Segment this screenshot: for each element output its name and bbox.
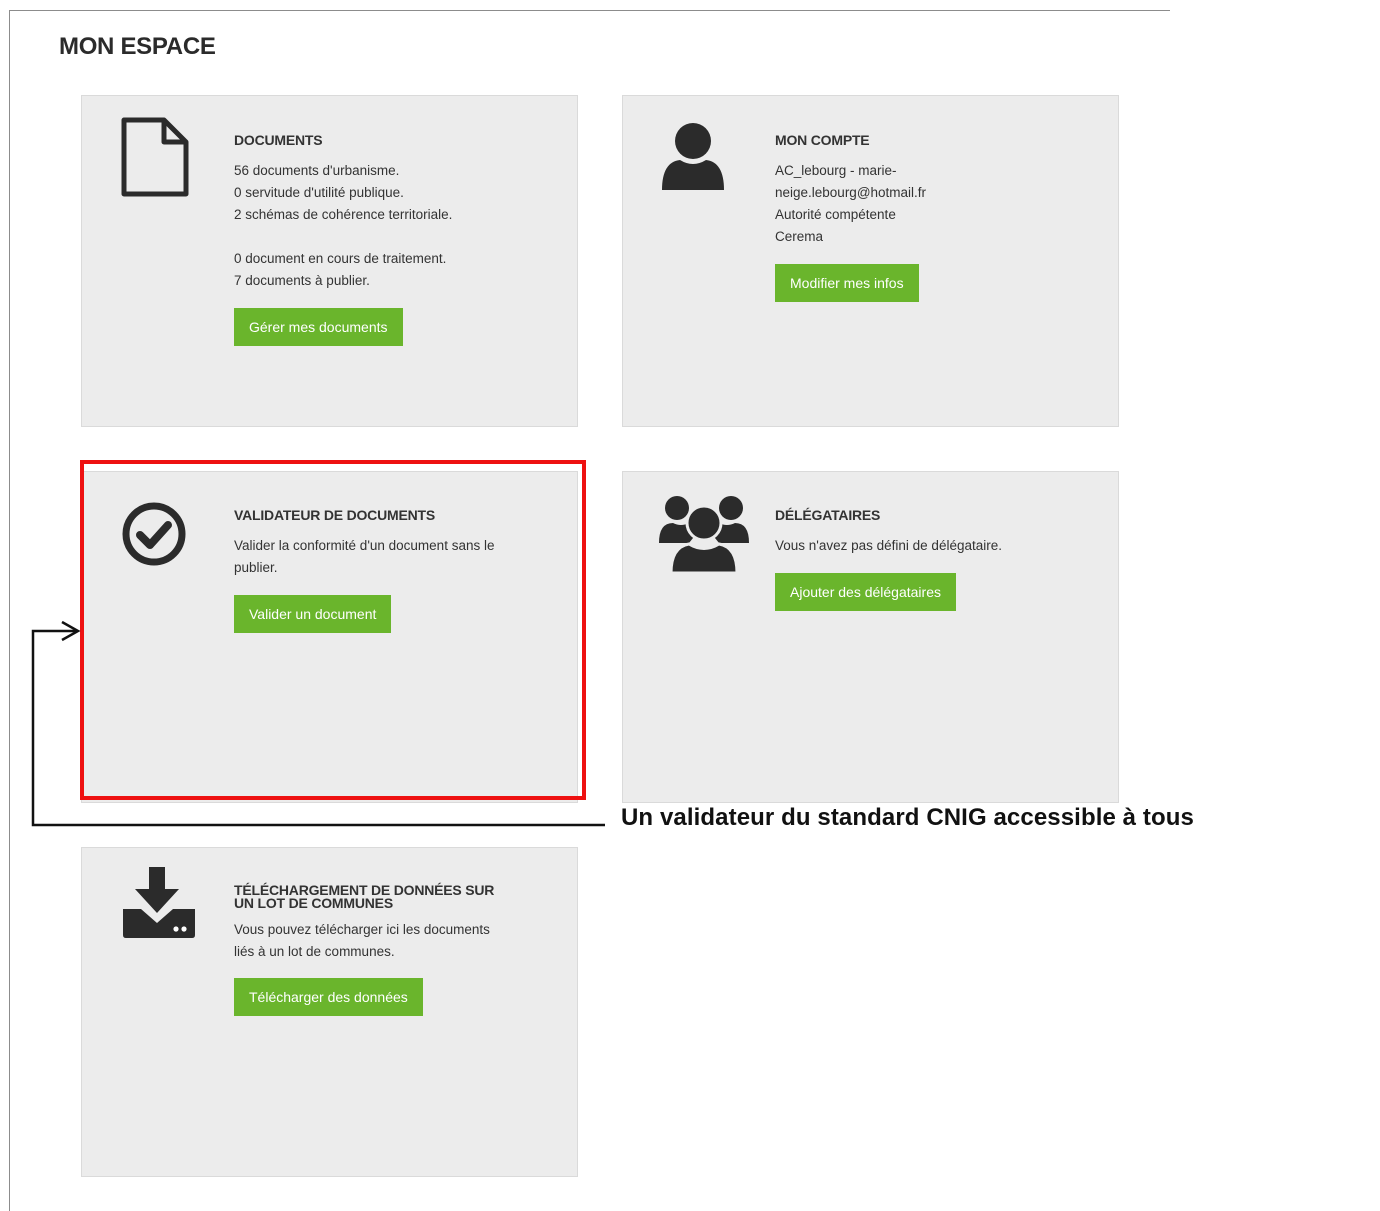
annotation-caption: Un validateur du standard CNIG accessibl… <box>621 804 1194 831</box>
annotation-arrow <box>31 620 605 827</box>
